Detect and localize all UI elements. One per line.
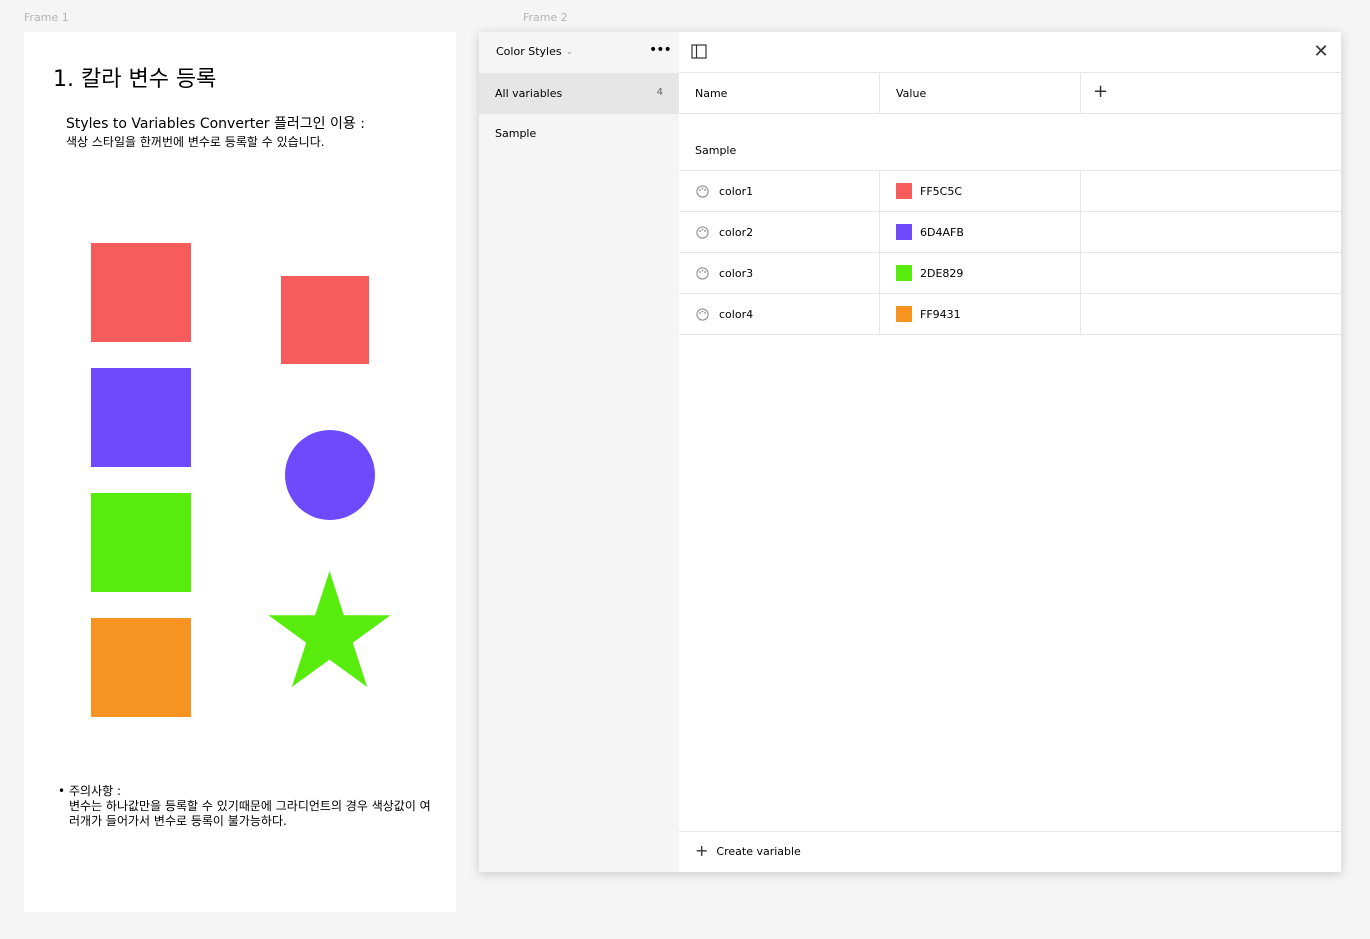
frame1-subtitle: Styles to Variables Converter 플러그인 이용 : <box>66 116 365 132</box>
variable-name[interactable]: color3 <box>719 267 753 280</box>
palette-icon <box>696 185 709 198</box>
divider <box>679 252 1341 253</box>
palette-icon <box>696 226 709 239</box>
divider <box>679 334 1341 335</box>
divider <box>679 113 1341 114</box>
table-row[interactable]: color2 6D4AFB <box>679 212 1341 253</box>
sidebar-item-label: Sample <box>495 127 537 140</box>
variable-value[interactable]: FF5C5C <box>920 185 962 198</box>
group-label: Sample <box>695 144 737 157</box>
variable-name[interactable]: color1 <box>719 185 753 198</box>
frame1-title: 1. 칼라 변수 등록 <box>53 67 217 92</box>
color-swatch[interactable] <box>896 183 912 199</box>
divider <box>679 293 1341 294</box>
divider <box>879 171 880 334</box>
red-small-square[interactable] <box>281 276 369 364</box>
red-square[interactable] <box>91 243 191 342</box>
sidebar-item-label: All variables <box>495 87 563 100</box>
divider <box>679 72 1341 73</box>
sidebar-item-sample[interactable]: Sample <box>479 113 679 154</box>
note-bullet: • <box>58 784 66 798</box>
divider <box>679 211 1341 212</box>
purple-square[interactable] <box>91 368 191 467</box>
variable-name[interactable]: color4 <box>719 308 753 321</box>
table-row[interactable]: color3 2DE829 <box>679 253 1341 294</box>
table-row[interactable]: color1 FF5C5C <box>679 171 1341 212</box>
column-header-value[interactable]: Value <box>896 87 926 100</box>
more-icon[interactable]: ••• <box>649 43 672 59</box>
divider <box>1080 171 1081 334</box>
collection-sidebar: Color Styles ⌄ ••• All variables 4 Sampl… <box>479 32 679 872</box>
frame2-label[interactable]: Frame 2 <box>523 11 568 24</box>
frame1-description: 색상 스타일을 한꺼번에 변수로 등록할 수 있습니다. <box>66 135 325 149</box>
green-star[interactable] <box>268 571 391 688</box>
variables-panel: Color Styles ⌄ ••• All variables 4 Sampl… <box>479 32 1341 872</box>
collection-dropdown[interactable]: Color Styles ⌄ <box>496 45 573 58</box>
palette-icon <box>696 308 709 321</box>
create-variable-button[interactable]: + Create variable <box>695 841 801 860</box>
note-title: 주의사항 : <box>69 784 122 798</box>
color-swatch[interactable] <box>896 306 912 322</box>
divider <box>1080 72 1081 113</box>
add-column-icon[interactable]: + <box>1093 83 1108 101</box>
color-swatch[interactable] <box>896 265 912 281</box>
green-square[interactable] <box>91 493 191 592</box>
variables-table-area: ✕ Name Value + Sample color1 FF5C5C colo… <box>679 32 1341 872</box>
frame1-label[interactable]: Frame 1 <box>24 11 69 24</box>
purple-circle[interactable] <box>285 430 375 520</box>
close-icon[interactable]: ✕ <box>1313 43 1329 61</box>
note-body: 변수는 하나값만을 등록할 수 있기때문에 그라디언트의 경우 색상값이 여러개… <box>69 799 431 828</box>
color-swatch[interactable] <box>896 224 912 240</box>
collection-name: Color Styles <box>496 45 562 58</box>
chevron-down-icon: ⌄ <box>565 46 574 57</box>
divider <box>879 72 880 113</box>
divider <box>679 831 1341 832</box>
variable-value[interactable]: 6D4AFB <box>920 226 964 239</box>
create-variable-label: Create variable <box>716 844 801 858</box>
variable-value[interactable]: 2DE829 <box>920 267 963 280</box>
frame1[interactable]: 1. 칼라 변수 등록 Styles to Variables Converte… <box>24 32 456 912</box>
variable-name[interactable]: color2 <box>719 226 753 239</box>
table-row[interactable]: color4 FF9431 <box>679 294 1341 335</box>
sidebar-item-count: 4 <box>656 87 663 98</box>
plus-icon: + <box>695 841 709 860</box>
orange-square[interactable] <box>91 618 191 717</box>
variable-value[interactable]: FF9431 <box>920 308 961 321</box>
sidebar-item-all-variables[interactable]: All variables 4 <box>479 73 679 114</box>
palette-icon <box>696 267 709 280</box>
sidebar-toggle-icon[interactable] <box>691 44 707 59</box>
column-header-name[interactable]: Name <box>695 87 727 100</box>
